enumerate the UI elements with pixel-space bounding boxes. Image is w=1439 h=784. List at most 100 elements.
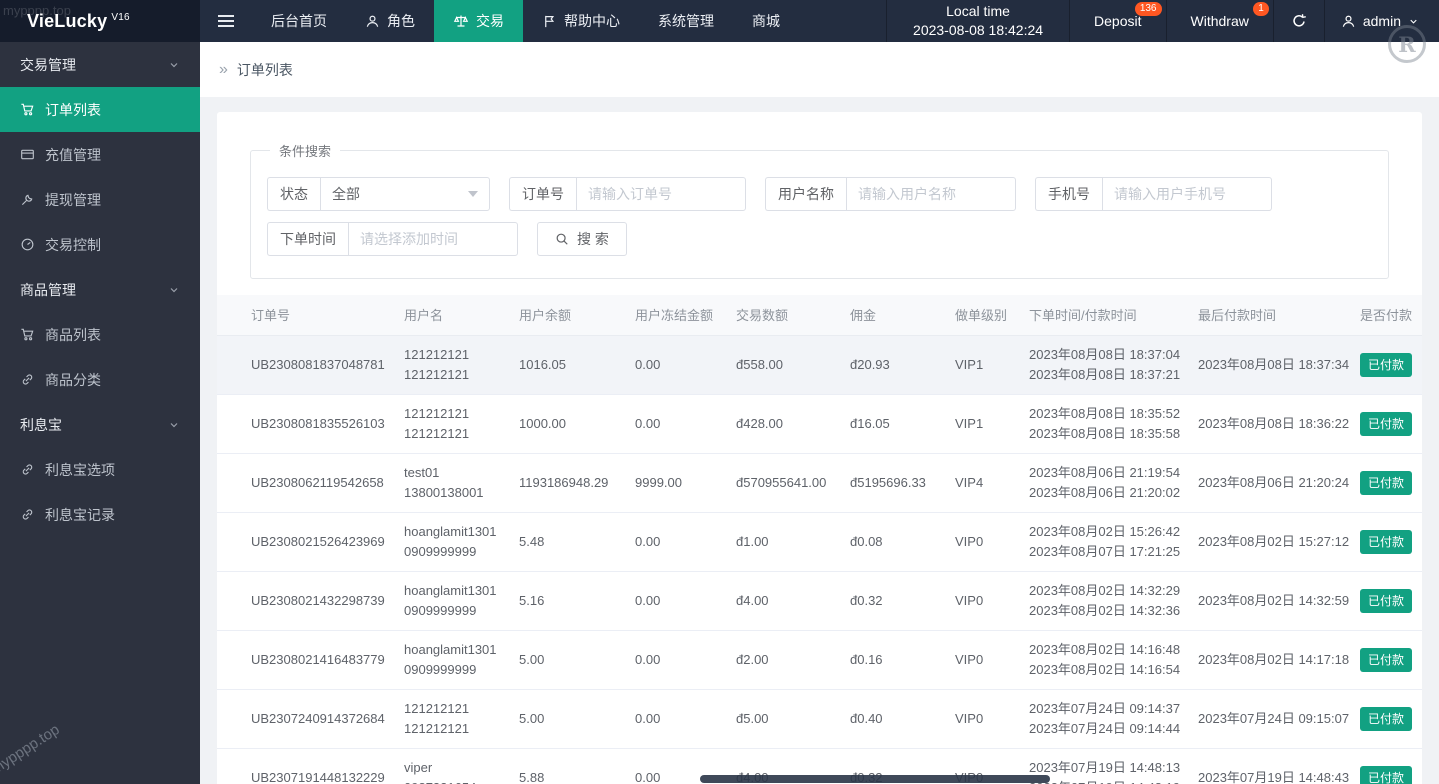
sidebar-item-label: 利息宝选项	[45, 461, 115, 478]
cell-balance: 5.48	[519, 512, 635, 572]
order-no-filter-group: 订单号	[509, 177, 746, 211]
caret-down-icon	[1408, 16, 1419, 27]
sidebar-group-label: 交易管理	[20, 56, 76, 73]
chevron-down-icon	[168, 419, 180, 431]
table-row[interactable]: UB2308021526423969 hoanglamit1301 0909999…	[217, 512, 1422, 572]
search-button[interactable]: 搜 索	[537, 222, 627, 256]
sidebar-item-recharge-management[interactable]: 充值管理	[0, 132, 200, 177]
cell-amount: đ2.00	[736, 630, 850, 690]
cell-frozen: 0.00	[635, 630, 736, 690]
cell-amount: đ570955641.00	[736, 453, 850, 513]
table-row[interactable]: UB2308081837048781 121212121 121212121 10…	[217, 335, 1422, 395]
cell-user: 121212121 121212121	[404, 394, 519, 454]
sidebar-item-product-category[interactable]: 商品分类	[0, 357, 200, 402]
table-row[interactable]: UB2308021416483779 hoanglamit1301 0909999…	[217, 630, 1422, 690]
cell-level: VIP0	[955, 630, 1029, 690]
cell-level: VIP0	[955, 512, 1029, 572]
table-row[interactable]: UB2308062119542658 test01 13800138001 119…	[217, 453, 1422, 513]
paid-status-badge: 已付款	[1360, 470, 1413, 495]
brand-name: VieLucky	[27, 10, 108, 31]
user-icon	[365, 14, 380, 29]
cell-balance: 5.00	[519, 689, 635, 749]
cell-last-pay: 2023年07月19日 14:48:43	[1198, 748, 1360, 784]
phone-filter-group: 手机号	[1035, 177, 1272, 211]
table-row[interactable]: UB2307240914372684 121212121 121212121 5.…	[217, 689, 1422, 749]
sidebar-toggle-button[interactable]	[200, 0, 252, 42]
sidebar-item-label: 充值管理	[45, 146, 101, 163]
sidebar-item-label: 商品列表	[45, 326, 101, 343]
chevron-down-icon	[168, 284, 180, 296]
cell-user: hoanglamit1301 0909999999	[404, 571, 519, 631]
cell-commission: đ16.05	[850, 394, 955, 454]
flag-icon	[542, 14, 557, 29]
table-row[interactable]: UB2308081835526103 121212121 121212121 10…	[217, 394, 1422, 454]
breadcrumb-icon: »	[219, 60, 228, 78]
cell-last-pay: 2023年08月02日 14:17:18	[1198, 630, 1360, 690]
admin-menu[interactable]: admin	[1325, 0, 1439, 42]
top-header: VieLucky V16 后台首页 角色 交易 帮助中心 系统管理 商城 Loc…	[0, 0, 1439, 42]
refresh-button[interactable]	[1274, 0, 1325, 42]
status-select[interactable]: 全部	[320, 177, 490, 211]
nav-label: 帮助中心	[564, 13, 620, 29]
cell-user: 121212121 121212121	[404, 335, 519, 395]
cell-order-no: UB2308021526423969	[217, 512, 404, 572]
sidebar-item-interest-records[interactable]: 利息宝记录	[0, 492, 200, 537]
nav-item-trade[interactable]: 交易	[434, 0, 523, 42]
breadcrumb: » 订单列表	[200, 42, 1439, 97]
phone-input[interactable]	[1102, 177, 1272, 211]
cell-status: 已付款	[1360, 335, 1422, 395]
cell-times: 2023年07月19日 14:48:132023年07月19日 14:48:19	[1029, 748, 1198, 784]
sidebar-item-interest-options[interactable]: 利息宝选项	[0, 447, 200, 492]
cell-times: 2023年08月06日 21:19:54 2023年08月06日 21:20:02	[1029, 453, 1198, 513]
main-content: » 订单列表 条件搜索 状态 全部 订单号 用户名称	[200, 42, 1439, 784]
cell-times: 2023年08月02日 14:32:29 2023年08月02日 14:32:36	[1029, 571, 1198, 631]
cell-status: 已付款	[1360, 689, 1422, 749]
table-header-row: 订单号 用户名 用户余额 用户冻结金额 交易数额 佣金 做单级别 下单时间/付款…	[217, 295, 1422, 336]
order-no-input[interactable]	[576, 177, 746, 211]
sidebar-group-product-management[interactable]: 商品管理	[0, 267, 200, 312]
cell-status: 已付款	[1360, 512, 1422, 572]
cell-order-no: UB2308081837048781	[217, 335, 404, 395]
sidebar-item-label: 订单列表	[45, 101, 101, 118]
paid-status-badge: 已付款	[1360, 765, 1413, 784]
order-no-label: 订单号	[509, 177, 576, 211]
cell-level: VIP1	[955, 335, 1029, 395]
cell-user: hoanglamit1301 0909999999	[404, 512, 519, 572]
sidebar-item-product-list[interactable]: 商品列表	[0, 312, 200, 357]
cell-commission: đ0.16	[850, 630, 955, 690]
cell-commission: đ0.40	[850, 689, 955, 749]
order-time-input[interactable]	[348, 222, 518, 256]
order-time-filter-group: 下单时间	[267, 222, 518, 256]
nav-label: 系统管理	[658, 13, 714, 29]
cell-amount: đ558.00	[736, 335, 850, 395]
username-input[interactable]	[846, 177, 1016, 211]
cell-commission: đ20.93	[850, 335, 955, 395]
sidebar-group-trade-management[interactable]: 交易管理	[0, 42, 200, 87]
table-row[interactable]: UB2308021432298739 hoanglamit1301 0909999…	[217, 571, 1422, 631]
withdraw-link[interactable]: Withdraw 1	[1167, 0, 1274, 42]
nav-item-mall[interactable]: 商城	[733, 0, 799, 42]
sidebar-item-trade-control[interactable]: 交易控制	[0, 222, 200, 267]
cell-last-pay: 2023年08月06日 21:20:24	[1198, 453, 1360, 513]
watermark-text: mypppp.top	[0, 721, 63, 778]
nav-item-roles[interactable]: 角色	[346, 0, 434, 42]
link-icon	[20, 507, 35, 522]
username-label: 用户名称	[765, 177, 846, 211]
paid-status-badge: 已付款	[1360, 411, 1413, 436]
hamburger-icon	[218, 15, 234, 17]
paid-status-badge: 已付款	[1360, 352, 1413, 377]
local-time-value: 2023-08-08 18:42:24	[913, 22, 1044, 38]
sidebar-item-order-list[interactable]: 订单列表	[0, 87, 200, 132]
nav-item-help[interactable]: 帮助中心	[523, 0, 639, 42]
deposit-link[interactable]: Deposit 136	[1070, 0, 1167, 42]
cell-last-pay: 2023年08月08日 18:36:22	[1198, 394, 1360, 454]
wrench-icon	[20, 192, 35, 207]
sidebar-group-interest-treasure[interactable]: 利息宝	[0, 402, 200, 447]
sidebar-item-withdraw-management[interactable]: 提现管理	[0, 177, 200, 222]
cell-balance: 1000.00	[519, 394, 635, 454]
nav-item-system[interactable]: 系统管理	[639, 0, 733, 42]
cell-order-no: UB2308062119542658	[217, 453, 404, 513]
nav-item-dashboard[interactable]: 后台首页	[252, 0, 346, 42]
horizontal-scrollbar-thumb[interactable]	[700, 775, 1050, 783]
col-header-amount: 交易数额	[736, 295, 850, 336]
